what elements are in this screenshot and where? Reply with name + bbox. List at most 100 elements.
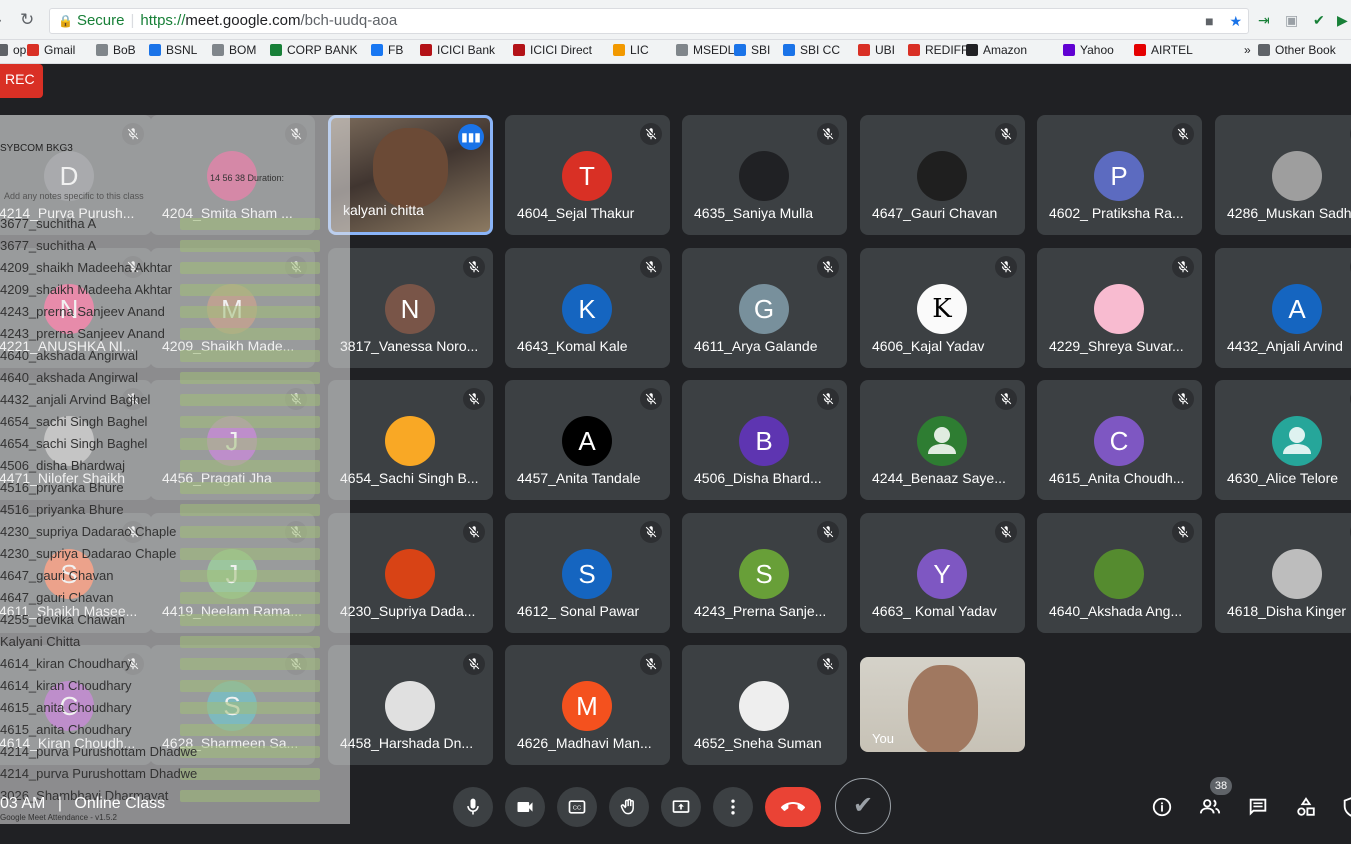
camera-icon[interactable]: ■ [1205, 13, 1213, 29]
bookmark-item[interactable]: Amazon [966, 43, 1027, 57]
overlay-notes[interactable]: Add any notes specific to this class [4, 191, 144, 201]
participant-tile[interactable]: T 4604_Sejal Thakur [505, 115, 670, 235]
participant-tile[interactable]: 4244_Benaaz Saye... [860, 380, 1025, 500]
participant-tile[interactable]: B 4506_Disha Bhard... [682, 380, 847, 500]
participant-name: 4606_Kajal Yadav [872, 338, 985, 354]
page-icon [212, 44, 224, 56]
attendance-name: 4654_sachi Singh Baghel [0, 414, 148, 429]
present-screen-button[interactable] [661, 787, 701, 827]
activities-button[interactable] [1293, 794, 1319, 820]
participant-name: 4652_Sneha Suman [694, 735, 822, 751]
bookmark-item[interactable]: ICICI Bank [420, 43, 495, 57]
bookmark-item[interactable]: SBI CC [783, 43, 840, 57]
attendance-bar [180, 614, 320, 626]
bookmark-item[interactable]: FB [371, 43, 403, 57]
bookmark-star-icon[interactable]: ★ [1229, 13, 1242, 29]
participant-tile[interactable]: ▮▮▮ kalyani chitta [328, 115, 493, 235]
participant-tile[interactable]: 4640_Akshada Ang... [1037, 513, 1202, 633]
participant-tile[interactable]: N 3817_Vanessa Noro... [328, 248, 493, 368]
bookmark-item[interactable]: BSNL [149, 43, 197, 57]
bookmark-item[interactable]: BoB [96, 43, 136, 57]
mic-off-icon [817, 256, 839, 278]
bookmark-item[interactable]: BOM [212, 43, 256, 57]
check-extension-icon[interactable]: ✔ [1313, 12, 1325, 29]
mic-off-icon [1172, 123, 1194, 145]
microphone-button[interactable] [453, 787, 493, 827]
mic-off-icon [463, 388, 485, 410]
extension-icon[interactable]: ⇥ [1258, 12, 1270, 29]
participant-tile[interactable]: 4230_Supriya Dada... [328, 513, 493, 633]
participant-name: 4230_Supriya Dada... [340, 603, 476, 619]
participant-tile[interactable]: S 4612_ Sonal Pawar [505, 513, 670, 633]
participant-tile[interactable]: C 4615_Anita Choudh... [1037, 380, 1202, 500]
bookmark-label: BoB [113, 43, 136, 57]
bookmark-item[interactable]: UBI [858, 43, 895, 57]
mic-off-icon [640, 521, 662, 543]
leave-call-button[interactable] [765, 787, 821, 827]
participant-tile[interactable]: 4647_Gauri Chavan [860, 115, 1025, 235]
participant-tile[interactable]: S 4243_Prerna Sanje... [682, 513, 847, 633]
attendance-name: 4516_priyanka Bhure [0, 480, 124, 495]
bookmark-item[interactable]: REDIFF [908, 43, 968, 57]
overlay-class-title: SYBCOM BKG3 [0, 143, 73, 154]
bookmark-item[interactable]: LIC [613, 43, 649, 57]
participant-name: 4243_Prerna Sanje... [694, 603, 827, 619]
people-button[interactable] [1197, 794, 1223, 820]
participant-tile[interactable]: G 4611_Arya Galande [682, 248, 847, 368]
more-options-button[interactable] [713, 787, 753, 827]
participant-tile[interactable]: 4618_Disha Kinger [1215, 513, 1351, 633]
meet-control-bar: 03 AM | Online Class CC ✔ 38 [0, 770, 1351, 844]
address-bar[interactable]: 🔒 Secure | https://meet.google.com/bch-uudq… [49, 8, 1249, 34]
captions-button[interactable]: CC [557, 787, 597, 827]
attendance-bar [180, 460, 320, 472]
participant-name: 4286_Muskan Sadh [1227, 205, 1351, 221]
chat-button[interactable] [1245, 794, 1271, 820]
participant-tile[interactable]: K 4606_Kajal Yadav [860, 248, 1025, 368]
participant-tile[interactable]: 4229_Shreya Suvar... [1037, 248, 1202, 368]
attendance-check-button[interactable]: ✔ [835, 778, 891, 834]
camera-button[interactable] [505, 787, 545, 827]
participant-tile[interactable]: P 4602_ Pratiksha Ra... [1037, 115, 1202, 235]
default-person-icon [917, 416, 967, 466]
bookmark-item[interactable]: AIRTEL [1134, 43, 1193, 57]
participant-tile[interactable]: K 4643_Komal Kale [505, 248, 670, 368]
participant-tile[interactable]: A 4457_Anita Tandale [505, 380, 670, 500]
page-icon [96, 44, 108, 56]
participant-tile[interactable]: 4458_Harshada Dn... [328, 645, 493, 765]
forward-icon[interactable]: › [0, 10, 2, 30]
raise-hand-button[interactable] [609, 787, 649, 827]
participant-tile[interactable]: 4635_Saniya Mulla [682, 115, 847, 235]
participant-tile[interactable]: 4286_Muskan Sadh [1215, 115, 1351, 235]
attendance-bar [180, 724, 320, 736]
bookmark-label: MSEDL [693, 43, 735, 57]
bookmark-item[interactable]: Gmail [27, 43, 75, 57]
icici-icon [420, 44, 432, 56]
bookmark-label: FB [388, 43, 404, 57]
participant-tile[interactable]: 4630_Alice Telore [1215, 380, 1351, 500]
participant-tile[interactable]: A 4432_Anjali Arvind [1215, 248, 1351, 368]
extension-icon[interactable]: ▶ [1337, 12, 1348, 29]
avatar-initial: P [1094, 151, 1144, 201]
participant-tile[interactable]: 4652_Sneha Suman [682, 645, 847, 765]
participant-name: 4604_Sejal Thakur [517, 205, 635, 221]
extension-icon[interactable]: ▣ [1285, 12, 1298, 29]
meeting-details-button[interactable] [1149, 794, 1175, 820]
gmail-icon [27, 44, 39, 56]
participant-tile[interactable]: 4654_Sachi Singh B... [328, 380, 493, 500]
bookmark-item[interactable]: CORP BANK [270, 43, 357, 57]
mic-off-icon [817, 653, 839, 675]
bookmark-item[interactable]: Yahoo [1063, 43, 1114, 57]
bookmark-item[interactable]: SBI [734, 43, 770, 57]
more-bookmarks-icon[interactable]: » [1244, 43, 1251, 57]
participant-tile[interactable]: M 4626_Madhavi Man... [505, 645, 670, 765]
bookmark-item[interactable]: MSEDL [676, 43, 734, 57]
reload-icon[interactable]: ↻ [20, 10, 34, 30]
attendance-bar [180, 636, 320, 648]
participant-tile[interactable]: Y 4663_ Komal Yadav [860, 513, 1025, 633]
bookmark-item[interactable]: ICICI Direct [513, 43, 592, 57]
participant-tile[interactable]: You [860, 657, 1025, 752]
bookmark-item[interactable]: Other Book [1258, 43, 1336, 57]
host-controls-button[interactable] [1339, 794, 1351, 820]
url-protocol: https:// [140, 12, 186, 29]
attendance-bar [180, 526, 320, 538]
